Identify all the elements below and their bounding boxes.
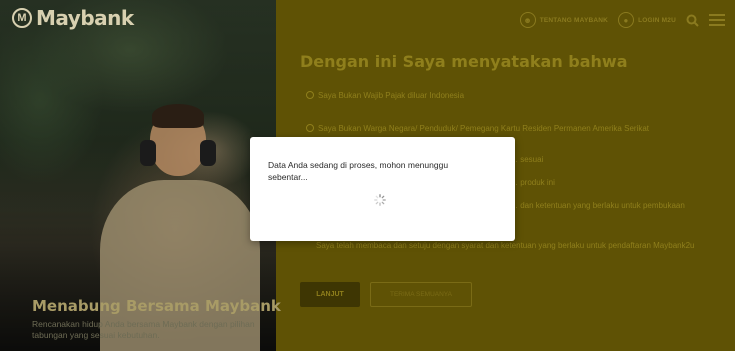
- nav-login-label: LOGIN M2U: [638, 16, 676, 24]
- processing-message: Data Anda sedang di proses, mohon menung…: [268, 160, 449, 182]
- nav-about-link[interactable]: ☻ TENTANG MAYBANK: [519, 12, 609, 28]
- user-icon: ●: [618, 12, 635, 28]
- option-label: Saya telah membaca dan setuju dengan sya…: [316, 241, 695, 250]
- declaration-option[interactable]: … dan ketentuan yang berlaku untuk pembu…: [510, 200, 685, 211]
- radio-icon: [306, 124, 314, 132]
- maybank-tiger-icon: M: [12, 8, 32, 28]
- declaration-title: Dengan ini Saya menyatakan bahwa: [300, 52, 628, 71]
- declaration-option[interactable]: … sesuai: [510, 154, 543, 165]
- tiger-icon: ☻: [519, 12, 536, 28]
- headphone-right-icon: [200, 140, 216, 166]
- option-label: … sesuai: [510, 155, 544, 164]
- headphone-left-icon: [140, 140, 156, 166]
- declaration-option[interactable]: … produk ini: [510, 177, 555, 188]
- hero-person-hair: [152, 104, 204, 128]
- maybank-logo[interactable]: M Maybank: [12, 6, 134, 30]
- loading-spinner-icon: [374, 193, 386, 211]
- accept-all-button[interactable]: TERIMA SEMUANYA: [370, 282, 472, 307]
- nav-login-link[interactable]: ● LOGIN M2U: [618, 12, 676, 28]
- processing-dialog: Data Anda sedang di proses, mohon menung…: [250, 137, 515, 241]
- brand-name: Maybank: [36, 6, 134, 30]
- continue-button[interactable]: LANJUT: [300, 282, 360, 307]
- option-label: … produk ini: [510, 178, 555, 187]
- option-label: … dan ketentuan yang berlaku untuk pembu…: [510, 201, 685, 210]
- hero-title: Menabung Bersama Maybank: [32, 297, 281, 315]
- top-navigation: ☻ TENTANG MAYBANK ● LOGIN M2U: [519, 12, 725, 28]
- declaration-option[interactable]: Saya Bukan Wajib Pajak diluar Indonesia: [306, 90, 464, 101]
- search-icon[interactable]: [686, 14, 699, 27]
- hamburger-menu-icon[interactable]: [709, 14, 725, 26]
- declaration-option[interactable]: Saya Bukan Warga Negara/ Penduduk/ Pemeg…: [306, 123, 649, 134]
- nav-about-label: TENTANG MAYBANK: [539, 16, 609, 24]
- option-label: Saya Bukan Warga Negara/ Penduduk/ Pemeg…: [318, 124, 649, 133]
- option-label: Saya Bukan Wajib Pajak diluar Indonesia: [318, 91, 465, 100]
- hero-subtitle: Rencanakan hidup Anda bersama Maybank de…: [32, 319, 255, 340]
- declaration-option[interactable]: Saya telah membaca dan setuju dengan sya…: [316, 240, 721, 251]
- radio-icon: [306, 91, 314, 99]
